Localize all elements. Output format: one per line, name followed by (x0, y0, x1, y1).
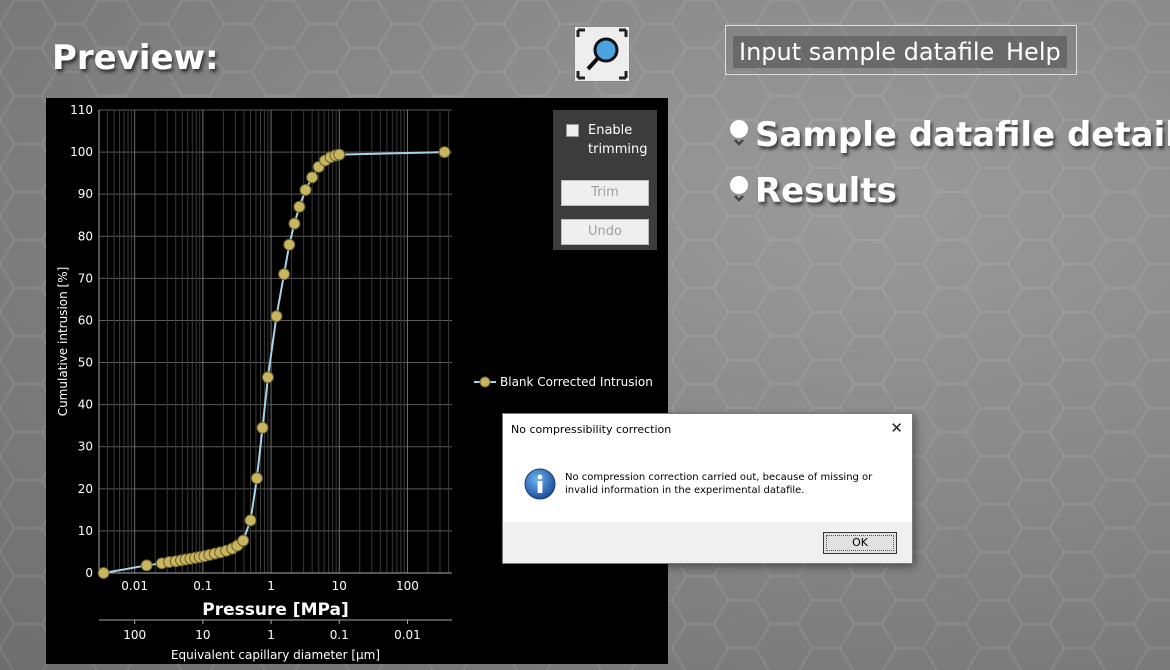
data-point (270, 310, 283, 323)
x-tick-label: 100 (396, 579, 419, 593)
chart-legend: Blank Corrected Intrusion (474, 375, 653, 389)
dialog-footer: OK (503, 522, 912, 563)
section-label: Results (755, 171, 897, 211)
dialog-message: No compression correction carried out, b… (565, 472, 873, 496)
compressibility-dialog: No compressibility correction ✕ No compr… (502, 413, 913, 564)
data-point (140, 559, 153, 572)
chevron-down-icon (730, 175, 748, 202)
trim-button[interactable]: Trim (561, 180, 649, 206)
enable-trimming-checkbox[interactable] (566, 124, 579, 137)
data-point (244, 514, 257, 527)
zoom-button[interactable] (574, 26, 630, 82)
y-tick-label: 50 (78, 356, 93, 370)
secondary-tick-label: 0.01 (394, 628, 421, 642)
x-tick-label: 1 (267, 579, 275, 593)
data-point (299, 183, 312, 196)
x-axis-label: Pressure [MPa] (202, 600, 348, 620)
data-point (283, 238, 296, 251)
data-point (306, 171, 319, 184)
y-tick-label: 100 (70, 145, 93, 159)
secondary-tick-label: 100 (123, 628, 146, 642)
legend-label: Blank Corrected Intrusion (500, 375, 653, 389)
data-point (293, 200, 306, 213)
secondary-tick-label: 1 (267, 628, 275, 642)
top-menu-bar: Input sample datafile Help (725, 25, 1077, 75)
data-point (250, 472, 263, 485)
legend-marker (479, 376, 491, 388)
secondary-tick-label: 10 (195, 628, 210, 642)
section-sample-datafile-details[interactable]: Sample datafile details (730, 115, 1170, 155)
y-axis-label: Cumulative intrusion [%] (56, 267, 70, 417)
section-label: Sample datafile details (755, 115, 1170, 155)
preview-title: Preview: (52, 38, 219, 78)
ok-button[interactable]: OK (823, 532, 897, 554)
y-tick-label: 70 (78, 271, 93, 285)
x-tick-label: 0.01 (121, 579, 148, 593)
section-results[interactable]: Results (730, 171, 897, 211)
secondary-tick-label: 0.1 (330, 628, 349, 642)
y-tick-label: 60 (78, 313, 93, 327)
data-point (97, 567, 110, 579)
trim-panel: Enable trimming Trim Undo (553, 110, 657, 250)
data-point (438, 146, 451, 159)
magnifier-icon (576, 28, 628, 80)
y-tick-label: 0 (85, 566, 93, 580)
dialog-title: No compressibility correction (511, 423, 672, 436)
data-point (256, 421, 269, 434)
data-point (288, 217, 301, 230)
data-point (278, 268, 291, 281)
y-tick-label: 10 (78, 524, 93, 538)
x-tick-label: 0.1 (193, 579, 212, 593)
y-tick-label: 110 (70, 103, 93, 117)
data-point (237, 534, 250, 547)
secondary-axis-label: Equivalent capillary diameter [µm] (171, 648, 380, 662)
info-icon (524, 468, 556, 500)
enable-trimming-label: Enable trimming (588, 123, 648, 157)
y-tick-label: 80 (78, 229, 93, 243)
chevron-down-icon (730, 119, 748, 146)
close-icon[interactable]: ✕ (890, 419, 903, 437)
undo-button[interactable]: Undo (561, 219, 649, 245)
data-point (261, 371, 274, 384)
input-sample-datafile-menu[interactable]: Input sample datafile (733, 36, 1001, 68)
chart-grid (98, 109, 452, 574)
data-point (333, 148, 346, 161)
y-tick-label: 20 (78, 482, 93, 496)
y-tick-label: 90 (78, 187, 93, 201)
y-tick-label: 40 (78, 398, 93, 412)
x-tick-label: 10 (332, 579, 347, 593)
y-tick-label: 30 (78, 440, 93, 454)
help-menu[interactable]: Help (1000, 36, 1067, 68)
